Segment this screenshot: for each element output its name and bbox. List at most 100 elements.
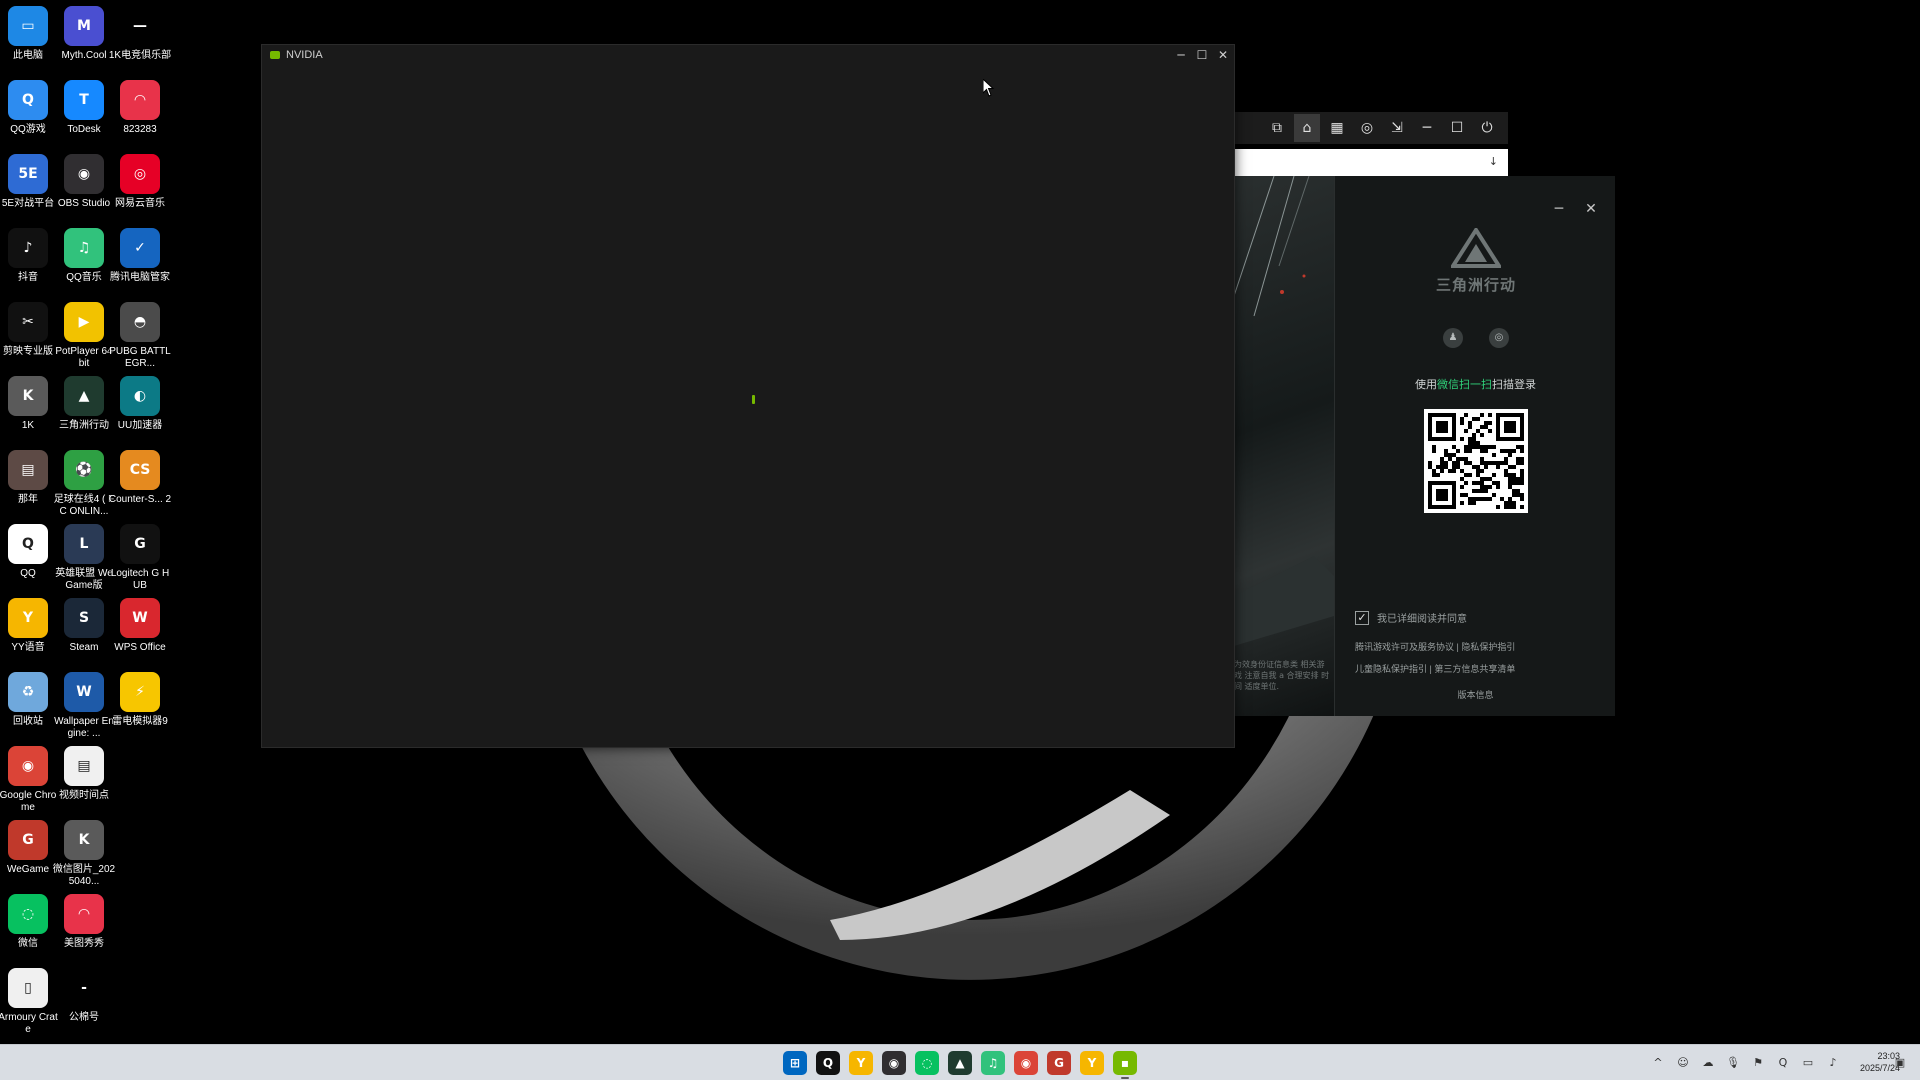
taskbar-qq-music-icon[interactable]: ♫: [981, 1051, 1005, 1075]
desktop-icon[interactable]: ◉ Google Chrome: [0, 746, 60, 814]
823283-icon: ◠: [120, 80, 160, 120]
qr-code-image: [1428, 413, 1524, 509]
netease-music-icon: ◎: [120, 154, 160, 194]
agreement-row[interactable]: ✓ 我已详细阅读并同意: [1355, 610, 1467, 625]
taskbar-delta-force-icon[interactable]: ▲: [948, 1051, 972, 1075]
tray-flag-icon[interactable]: ⚑: [1750, 1055, 1766, 1071]
desktop-icon-label: ToDesk: [67, 124, 101, 135]
taskbar-yy-icon-2[interactable]: Y: [1080, 1051, 1104, 1075]
taskbar-wegame-icon[interactable]: G: [1047, 1051, 1071, 1075]
desktop-icon[interactable]: ◓ PUBG BATTLEGR...: [108, 302, 172, 370]
power-icon[interactable]: ⏻: [1474, 114, 1500, 142]
wechat-login-icon[interactable]: ◎: [1489, 328, 1509, 348]
taskbar-nvidia-icon[interactable]: ▪: [1113, 1051, 1137, 1079]
onedrive-icon[interactable]: ☁: [1700, 1055, 1716, 1071]
desktop-icon[interactable]: — 1K电竞俱乐部: [108, 6, 172, 62]
desktop-icon[interactable]: ◠ 美图秀秀: [52, 894, 116, 950]
policy-links-2[interactable]: 儿童隐私保护指引 | 第三方信息共享清单: [1355, 662, 1515, 675]
library-icon[interactable]: ▦: [1324, 114, 1350, 142]
desktop-icon-label: 抖音: [18, 272, 38, 283]
maximize-icon[interactable]: ☐: [1444, 114, 1470, 142]
desktop-icon-label: 5E对战平台: [1, 198, 55, 209]
qr-code: [1424, 409, 1528, 513]
download-icon[interactable]: ⇲: [1384, 114, 1410, 142]
record-icon[interactable]: ⧉: [1264, 114, 1290, 142]
minimize-icon[interactable]: ─: [1414, 114, 1440, 142]
desktop-icon[interactable]: ◠ 823283: [108, 80, 172, 136]
nvidia-window-title: NVIDIA: [286, 48, 323, 61]
nvidia-titlebar[interactable]: NVIDIA: [262, 45, 1234, 64]
network-icon[interactable]: ▭: [1800, 1055, 1816, 1071]
taskbar-chrome-icon[interactable]: ◉: [1014, 1051, 1038, 1075]
scan-hint-highlight: 微信扫一扫: [1437, 379, 1492, 391]
desktop-icon[interactable]: ◐ UU加速器: [108, 376, 172, 432]
fc-online-icon: ⚽: [64, 450, 104, 490]
agreement-checkbox[interactable]: ✓: [1355, 610, 1369, 625]
home-icon[interactable]: ⌂: [1294, 114, 1320, 142]
tray-expand-icon[interactable]: ^: [1650, 1055, 1666, 1071]
desktop-icon[interactable]: W Wallpaper Engine: ...: [52, 672, 116, 740]
launcher-input-bar[interactable]: ↓: [1234, 149, 1508, 177]
desktop-icon[interactable]: K 1K: [0, 376, 60, 432]
notification-icon[interactable]: ▣: [1892, 1055, 1908, 1071]
desktop-icon[interactable]: G Logitech G HUB: [108, 524, 172, 592]
desktop-icon[interactable]: ✓ 腾讯电脑管家: [108, 228, 172, 284]
version-info-link[interactable]: 版本信息: [1335, 688, 1616, 701]
taskbar-start-icon[interactable]: ⊞: [783, 1051, 807, 1075]
desktop-icon[interactable]: ▯ Armoury Crate: [0, 968, 60, 1036]
nvidia-close-button[interactable]: ✕: [1214, 47, 1232, 63]
mic-icon[interactable]: 🎙: [1725, 1055, 1741, 1071]
desktop-icon[interactable]: ◌ 微信: [0, 894, 60, 950]
nvidia-maximize-button[interactable]: ☐: [1193, 47, 1211, 63]
volume-icon[interactable]: ♪: [1825, 1055, 1841, 1071]
taskbar-yy-icon[interactable]: Y: [849, 1051, 873, 1075]
login-minimize-button[interactable]: ─: [1548, 198, 1570, 220]
nvidia-minimize-button[interactable]: ─: [1172, 47, 1190, 63]
desktop-icon[interactable]: M Myth.Cool: [52, 6, 116, 62]
desktop-icon[interactable]: K 微信图片_2025040...: [52, 820, 116, 888]
desktop-icon[interactable]: ▤ 视频时间点: [52, 746, 116, 802]
taskbar-wechat-icon[interactable]: ◌: [915, 1051, 939, 1075]
desktop-icon[interactable]: ▲ 三角洲行动: [52, 376, 116, 432]
login-close-button[interactable]: ✕: [1580, 198, 1602, 220]
policy-links-1[interactable]: 腾讯游戏许可及服务协议 | 隐私保护指引: [1355, 640, 1515, 653]
desktop-icon[interactable]: ◎ 网易云音乐: [108, 154, 172, 210]
desktop-icon[interactable]: ⚽ 足球在线4 ( FC ONLIN...: [52, 450, 116, 518]
desktop-icon-label: 微信: [18, 938, 38, 949]
desktop-icon[interactable]: ✂ 剪映专业版: [0, 302, 60, 358]
qq-tray-icon[interactable]: Q: [1775, 1055, 1791, 1071]
tray-app-icon[interactable]: ☺: [1675, 1055, 1691, 1071]
desktop-icon-label: 网易云音乐: [115, 198, 165, 209]
scan-hint-prefix: 使用: [1415, 379, 1437, 391]
desktop-icon-label: QQ音乐: [66, 272, 102, 283]
desktop-icon[interactable]: ▤ 那年: [0, 450, 60, 506]
taskbar-obs-icon[interactable]: ◉: [882, 1051, 906, 1075]
desktop-icon[interactable]: S Steam: [52, 598, 116, 654]
desktop-icon[interactable]: L 英雄联盟 WeGame版: [52, 524, 116, 592]
desktop-icon-label: 足球在线4 ( FC ONLIN...: [53, 494, 115, 517]
desktop-icon[interactable]: G WeGame: [0, 820, 60, 876]
desktop-icon[interactable]: CS Counter-S... 2: [108, 450, 172, 506]
download-arrow-icon[interactable]: ↓: [1489, 155, 1498, 168]
desktop-icon[interactable]: Q QQ游戏: [0, 80, 60, 136]
desktop-icon-label: 823283: [123, 124, 157, 135]
chrome-icon: ◉: [8, 746, 48, 786]
desktop-icon[interactable]: ◉ OBS Studio: [52, 154, 116, 210]
login-art-caption: 为效身份证信息类 相关游戏 注意自我 a 合理安排 时间 适度单位.: [1234, 660, 1330, 691]
gamepad-icon[interactable]: ◎: [1354, 114, 1380, 142]
desktop-icon[interactable]: Q QQ: [0, 524, 60, 580]
desktop-icon[interactable]: ♻ 回收站: [0, 672, 60, 728]
qq-login-icon[interactable]: ♟: [1443, 328, 1463, 348]
desktop-icon[interactable]: 5E 5E对战平台: [0, 154, 60, 210]
desktop-icon[interactable]: ♪ 抖音: [0, 228, 60, 284]
desktop-icon[interactable]: T ToDesk: [52, 80, 116, 136]
desktop-icon[interactable]: W WPS Office: [108, 598, 172, 654]
desktop-icon[interactable]: - 公棉号: [52, 968, 116, 1024]
desktop-icon[interactable]: Y YY语音: [0, 598, 60, 654]
desktop-icon[interactable]: ♫ QQ音乐: [52, 228, 116, 284]
desktop-icon[interactable]: ▶ PotPlayer 64 bit: [52, 302, 116, 370]
desktop-icon[interactable]: ⚡ 雷电模拟器9: [108, 672, 172, 728]
desktop-icon-label: 微信图片_2025040...: [52, 864, 116, 887]
taskbar-qq-icon[interactable]: Q: [816, 1051, 840, 1075]
desktop-icon[interactable]: ▭ 此电脑: [0, 6, 60, 62]
